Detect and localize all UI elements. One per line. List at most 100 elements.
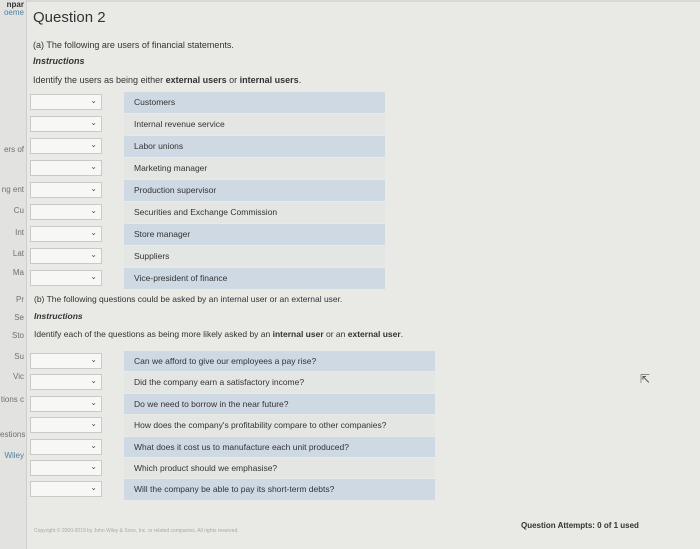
user-type-dropdown[interactable]: ⌄ [30,353,102,369]
answer-row: ⌄ Suppliers [30,246,385,267]
answer-row: ⌄ Internal revenue service [30,114,385,135]
mouse-cursor-icon: ⇱ [640,372,651,386]
user-type-dropdown[interactable]: ⌄ [30,138,102,154]
sidebar-item[interactable]: oeme [0,8,26,17]
user-type-dropdown[interactable]: ⌄ [30,204,102,220]
answer-row: ⌄ Will the company be able to pay its sho… [30,479,435,500]
user-type-dropdown[interactable]: ⌄ [30,395,102,412]
row-label: Did the company earn a satisfactory inco… [134,377,305,388]
sidebar-item[interactable]: tions c [0,395,26,404]
user-type-dropdown[interactable]: ⌄ [30,460,102,476]
answer-row: ⌄ Store manager [30,224,385,245]
sidebar-item[interactable]: Su [0,352,26,361]
row-label: How does the company's profitability com… [134,420,387,431]
answer-row: ⌄ Can we afford to give our employees a p… [30,351,435,372]
attempts-label: Question Attempts: [521,521,598,530]
user-type-dropdown[interactable]: ⌄ [30,417,102,434]
chevron-down-icon: ⌄ [90,272,97,281]
sidebar-item[interactable]: Cu [0,206,26,215]
row-label: Internal revenue service [134,119,225,129]
sidebar-item[interactable]: Lat [0,249,26,258]
row-label: Store manager [134,229,191,239]
answer-row: ⌄ Which product should we emphasise? [30,458,435,479]
part-a-instruction-internal: internal users [239,75,299,85]
sidebar-item[interactable]: Wiley [0,451,26,460]
answer-row: ⌄ How does the company's profitability co… [30,415,435,436]
sidebar-item[interactable]: Sto [0,331,26,340]
answer-row: ⌄ What does it cost us to manufacture eac… [30,437,435,458]
row-label: What does it cost us to manufacture each… [134,441,349,452]
chevron-down-icon: ⌄ [90,397,97,407]
chevron-down-icon: ⌄ [90,440,97,450]
chevron-down-icon: ⌄ [90,96,97,105]
chevron-down-icon: ⌄ [90,376,97,386]
user-type-dropdown[interactable]: ⌄ [30,374,102,391]
row-label: Vice-president of finance [134,273,228,283]
part-b-instruction-internal: internal user [272,329,324,339]
row-label: Production supervisor [134,185,217,195]
chevron-down-icon: ⌄ [90,462,97,471]
row-label: Do we need to borrow in the near future? [134,398,289,409]
question-attempts: Question Attempts: 0 of 1 used [521,521,639,530]
sidebar-item[interactable]: Vic [0,372,26,381]
answer-row: ⌄ Production supervisor [30,180,385,201]
answer-row: ⌄ Customers [30,92,385,113]
part-b-instruction-suffix: . [400,329,404,339]
row-label: Securities and Exchange Commission [134,207,278,217]
chevron-down-icon: ⌄ [90,250,97,259]
part-a-instructions-label: Instructions [33,56,85,66]
chevron-down-icon: ⌄ [90,355,97,364]
answer-row: ⌄ Securities and Exchange Commission [30,202,385,223]
sidebar-item[interactable]: ers of [0,145,26,154]
user-type-dropdown[interactable]: ⌄ [30,481,102,498]
sidebar: npar oeme ers of ng ent Cu Int Lat Ma Pr Se Sto Su V… [0,0,27,549]
row-label: Can we afford to give our employees a pa… [134,356,317,366]
answer-row: ⌄ Labor unions [30,136,385,157]
part-a-instruction-external: external users [165,75,227,85]
sidebar-item[interactable]: Ma [0,268,26,277]
part-a-instruction-prefix: Identify the users as being either [33,75,166,85]
user-type-dropdown[interactable]: ⌄ [30,182,102,198]
answer-row: ⌄ Did the company earn a satisfactory inc… [30,372,435,393]
sidebar-item[interactable]: estions [0,430,26,439]
question-title: Question 2 [33,9,106,26]
chevron-down-icon: ⌄ [90,184,97,193]
sidebar-item[interactable]: ng ent [0,185,26,194]
attempts-value: 0 of 1 used [597,521,639,530]
top-divider [26,0,700,2]
part-b-instruction-prefix: Identify each of the questions as being … [34,329,273,339]
row-label: Will the company be able to pay its shor… [134,484,335,495]
row-label: Labor unions [134,141,184,151]
chevron-down-icon: ⌄ [90,118,97,127]
user-type-dropdown[interactable]: ⌄ [30,226,102,242]
user-type-dropdown[interactable]: ⌄ [30,116,102,132]
part-a-instruction-text: Identify the users as being either exter… [33,75,301,85]
user-type-dropdown[interactable]: ⌄ [30,270,102,286]
chevron-down-icon: ⌄ [90,483,97,493]
answer-row: ⌄ Marketing manager [30,158,385,179]
user-type-dropdown[interactable]: ⌄ [30,438,102,455]
chevron-down-icon: ⌄ [90,162,97,171]
answer-row: ⌄ Vice-president of finance [30,268,385,289]
part-b-heading: (b) The following questions could be ask… [34,294,343,304]
chevron-down-icon: ⌄ [90,228,97,237]
chevron-down-icon: ⌄ [90,140,97,149]
row-label: Marketing manager [134,163,208,173]
user-type-dropdown[interactable]: ⌄ [30,160,102,176]
part-a-instruction-mid: or [226,75,240,85]
sidebar-item[interactable]: Int [0,228,26,237]
part-b-instruction-text: Identify each of the questions as being … [34,329,403,339]
chevron-down-icon: ⌄ [90,206,97,215]
row-label: Customers [134,97,176,107]
row-label: Which product should we emphasise? [134,463,278,473]
user-type-dropdown[interactable]: ⌄ [30,94,102,110]
part-b-instruction-external: external user [347,329,401,339]
sidebar-item[interactable]: Se [0,313,26,322]
sidebar-item[interactable]: Pr [0,295,26,304]
part-a-heading: (a) The following are users of financial… [33,40,234,50]
copyright-notice: Copyright © 2000-2019 by John Wiley & So… [34,528,239,534]
user-type-dropdown[interactable]: ⌄ [30,248,102,264]
part-b-instructions-label: Instructions [34,311,83,321]
chevron-down-icon: ⌄ [90,419,97,429]
part-b-instruction-mid: or an [323,329,348,339]
